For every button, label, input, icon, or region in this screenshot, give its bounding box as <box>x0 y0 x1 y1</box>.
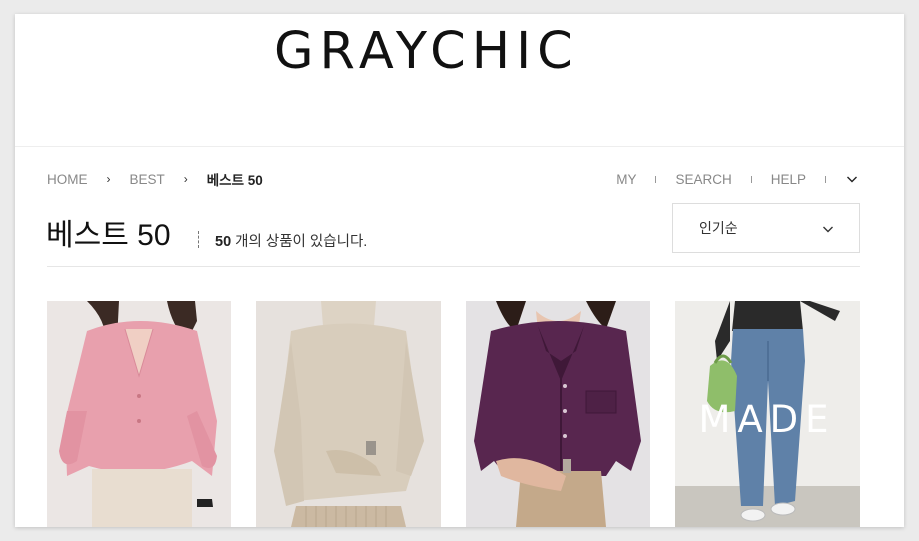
site-header: GRAYCHIC <box>15 14 904 147</box>
product-count: 50 개의 상품이 있습니다. <box>215 230 367 251</box>
product-image-made-jeans[interactable]: MADE <box>675 301 860 527</box>
menu-search[interactable]: SEARCH <box>675 172 731 187</box>
sort-selected-value: 인기순 <box>699 220 738 236</box>
chevron-down-icon[interactable] <box>845 172 859 186</box>
product-image-pink-cardigan[interactable] <box>47 301 231 527</box>
utility-menu: MY SEARCH HELP <box>616 171 859 187</box>
site-logo[interactable]: GRAYCHIC <box>274 22 634 82</box>
page-title: 베스트 50 <box>46 219 171 252</box>
breadcrumb-separator-icon: › <box>183 172 188 186</box>
sort-select[interactable]: 인기순 <box>672 203 860 253</box>
menu-divider <box>655 175 657 183</box>
menu-divider <box>750 175 752 183</box>
breadcrumb-best[interactable]: BEST <box>130 172 165 187</box>
breadcrumb-separator-icon: › <box>106 172 111 186</box>
product-image-purple-shirt[interactable] <box>466 301 650 527</box>
title-divider-line <box>47 266 860 267</box>
breadcrumb-home[interactable]: HOME <box>47 172 88 187</box>
breadcrumb: HOME › BEST › 베스트 50 <box>47 171 263 189</box>
menu-help[interactable]: HELP <box>771 172 806 187</box>
product-image-beige-turtleneck[interactable] <box>256 301 441 527</box>
product-count-label: 개의 상품이 있습니다. <box>231 234 368 250</box>
product-count-number: 50 <box>215 234 232 250</box>
product-badge: MADE <box>698 398 835 441</box>
chevron-down-icon <box>823 226 833 233</box>
browser-page: GRAYCHIC HOME › BEST › 베스트 50 MY SEARCH … <box>15 14 904 527</box>
menu-divider <box>825 175 826 183</box>
menu-my[interactable]: MY <box>616 172 636 187</box>
breadcrumb-current: 베스트 50 <box>206 173 263 188</box>
title-divider <box>198 231 199 248</box>
